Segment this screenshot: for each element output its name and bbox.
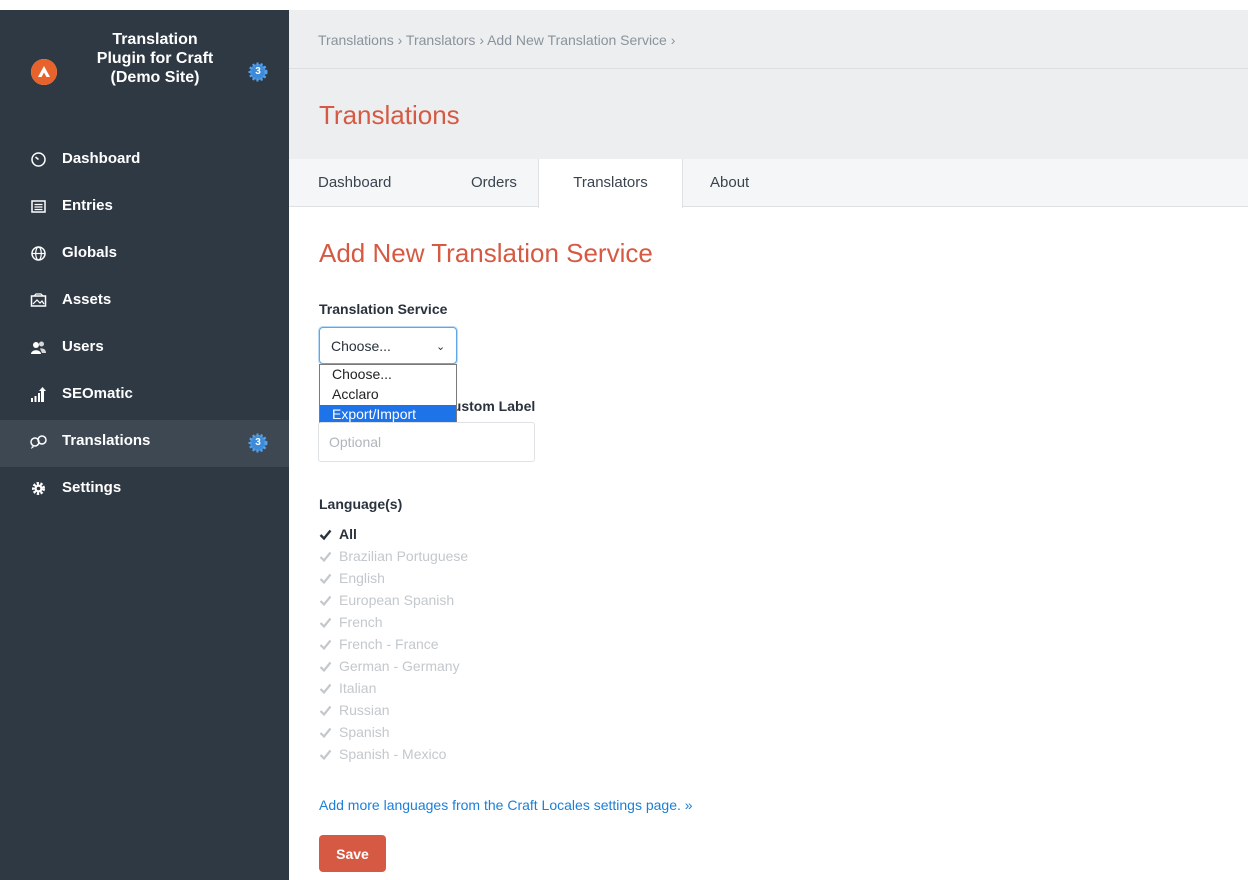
checkbox-disabled-icon	[319, 551, 332, 563]
breadcrumb-bar: Translations › Translators › Add New Tra…	[289, 10, 1248, 69]
gear-icon	[32, 482, 45, 495]
page-title: Translations	[319, 100, 460, 130]
breadcrumb[interactable]: Translations › Translators › Add New Tra…	[318, 32, 675, 48]
sidebar-item-label: Settings	[62, 479, 122, 496]
add-languages-link[interactable]: Add more languages from the Craft Locale…	[319, 797, 693, 813]
custom-label-input[interactable]	[318, 422, 535, 462]
seomatic-icon	[31, 387, 46, 402]
checkbox-disabled-icon	[319, 595, 332, 607]
language-item[interactable]: European Spanish	[319, 589, 468, 611]
form-heading: Add New Translation Service	[319, 238, 653, 268]
language-item[interactable]: Russian	[319, 699, 468, 721]
tab-dashboard[interactable]: Dashboard	[318, 159, 391, 207]
language-item[interactable]: Brazilian Portuguese	[319, 545, 468, 567]
chevron-down-icon: ⌄	[436, 341, 446, 353]
tab-translators[interactable]: Translators	[538, 159, 683, 208]
language-all[interactable]: All	[319, 523, 468, 545]
sidebar-item-label: SEOmatic	[62, 385, 133, 402]
translation-service-select[interactable]: Choose... ⌄	[319, 327, 457, 364]
site-header[interactable]: Translation Plugin for Craft (Demo Site)…	[0, 28, 289, 128]
checkbox-checked-icon[interactable]	[319, 528, 332, 541]
language-label: Spanish	[339, 724, 390, 740]
language-label: European Spanish	[339, 592, 455, 608]
languages-label: Language(s)	[319, 496, 403, 512]
checkbox-disabled-icon	[319, 683, 332, 695]
language-item[interactable]: English	[319, 567, 468, 589]
sidebar-item-label: Users	[62, 338, 104, 355]
main-content: Translations › Translators › Add New Tra…	[289, 0, 1248, 880]
site-badge: 3	[247, 61, 269, 83]
checkbox-disabled-icon	[319, 705, 332, 717]
checkbox-disabled-icon	[319, 749, 332, 761]
sidebar-nav: Dashboard Entries Globals Assets Users S…	[0, 138, 289, 514]
tabs-bar: Dashboard Orders Translators About	[289, 159, 1248, 208]
checkbox-disabled-icon	[319, 573, 332, 585]
sidebar-item-seomatic[interactable]: SEOmatic	[0, 373, 289, 420]
language-item[interactable]: French	[319, 611, 468, 633]
site-name: Translation Plugin for Craft (Demo Site)	[96, 31, 214, 86]
language-list: All Brazilian Portuguese English European …	[319, 523, 468, 765]
sidebar-item-users[interactable]: Users	[0, 326, 289, 373]
checkbox-disabled-icon	[319, 661, 332, 673]
checkbox-disabled-icon	[319, 639, 332, 651]
language-label: Italian	[339, 680, 377, 696]
sidebar-item-label: Translations	[62, 432, 151, 449]
sidebar-item-label: Globals	[62, 244, 118, 261]
assets-icon	[30, 293, 47, 307]
globe-icon	[31, 246, 46, 261]
title-bar: Translations	[289, 69, 1248, 159]
sidebar-item-globals[interactable]: Globals	[0, 232, 289, 279]
save-button[interactable]: Save	[319, 835, 386, 872]
select-value: Choose...	[331, 338, 391, 354]
language-item[interactable]: Spanish	[319, 721, 468, 743]
sidebar-item-assets[interactable]: Assets	[0, 279, 289, 326]
option-acclaro[interactable]: Acclaro	[320, 385, 456, 405]
language-label: French - France	[339, 636, 439, 652]
language-label: Brazilian Portuguese	[339, 548, 469, 564]
language-label: French	[339, 614, 383, 630]
language-label: Spanish - Mexico	[339, 746, 447, 762]
tab-about[interactable]: About	[710, 159, 749, 207]
language-label: English	[339, 570, 385, 586]
users-icon	[31, 341, 46, 354]
sidebar-item-entries[interactable]: Entries	[0, 185, 289, 232]
translations-icon	[30, 435, 47, 449]
site-logo-icon	[31, 59, 57, 85]
sidebar: Translation Plugin for Craft (Demo Site)…	[0, 0, 289, 880]
sidebar-item-label: Assets	[62, 291, 112, 308]
sidebar-item-settings[interactable]: Settings	[0, 467, 289, 514]
translation-service-label: Translation Service	[319, 301, 448, 317]
checkbox-disabled-icon	[319, 617, 332, 629]
translations-badge: 3	[247, 432, 269, 454]
dashboard-icon	[31, 152, 46, 167]
option-choose[interactable]: Choose...	[320, 365, 456, 385]
sidebar-item-label: Dashboard	[62, 150, 141, 167]
tab-orders[interactable]: Orders	[471, 159, 517, 207]
sidebar-top-strip	[0, 0, 289, 10]
checkbox-disabled-icon	[319, 727, 332, 739]
language-item[interactable]: French - France	[319, 633, 468, 655]
language-label: Russian	[339, 702, 390, 718]
language-item[interactable]: Italian	[319, 677, 468, 699]
sidebar-item-label: Entries	[62, 197, 113, 214]
language-item[interactable]: German - Germany	[319, 655, 468, 677]
sidebar-item-dashboard[interactable]: Dashboard	[0, 138, 289, 185]
translation-service-dropdown: Choose... Acclaro Export/Import	[319, 364, 457, 428]
sidebar-item-translations[interactable]: Translations 3	[0, 420, 289, 467]
entries-icon	[31, 200, 46, 213]
language-item[interactable]: Spanish - Mexico	[319, 743, 468, 765]
language-label: German - Germany	[339, 658, 460, 674]
